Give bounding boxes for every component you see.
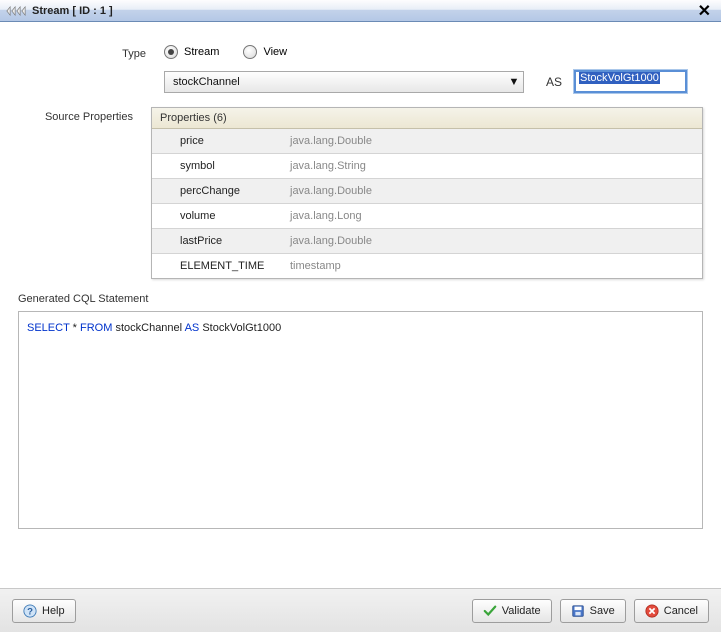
validate-label: Validate xyxy=(502,605,541,617)
property-type: java.lang.Double xyxy=(290,135,372,147)
cql-text: stockChannel xyxy=(115,322,182,334)
type-label: Type xyxy=(18,44,164,60)
property-name: symbol xyxy=(180,160,290,172)
property-type: java.lang.String xyxy=(290,160,366,172)
radio-label-view: View xyxy=(263,46,287,58)
titlebar: Stream [ ID : 1 ] ✕ xyxy=(0,0,721,22)
radio-label-stream: Stream xyxy=(184,46,219,58)
property-row[interactable]: ELEMENT_TIMEtimestamp xyxy=(152,253,702,278)
help-button[interactable]: ? Help xyxy=(12,599,76,623)
cql-keyword: AS xyxy=(185,322,200,334)
source-dropdown-value: stockChannel xyxy=(173,76,240,88)
window-title: Stream [ ID : 1 ] xyxy=(32,5,113,17)
property-type: java.lang.Double xyxy=(290,235,372,247)
type-radio-stream[interactable]: Stream xyxy=(164,45,219,59)
property-name: ELEMENT_TIME xyxy=(180,260,290,272)
property-row[interactable]: pricejava.lang.Double xyxy=(152,129,702,153)
type-radio-group: Stream View xyxy=(164,45,287,59)
save-label: Save xyxy=(590,605,615,617)
validate-button[interactable]: Validate xyxy=(472,599,552,623)
type-radio-view[interactable]: View xyxy=(243,45,287,59)
alias-input-value: StockVolGt1000 xyxy=(579,72,660,84)
cql-keyword: FROM xyxy=(80,322,112,334)
cancel-icon xyxy=(645,604,659,618)
help-label: Help xyxy=(42,605,65,617)
property-row[interactable]: percChangejava.lang.Double xyxy=(152,178,702,203)
cql-keyword: SELECT xyxy=(27,322,70,334)
cql-text: StockVolGt1000 xyxy=(202,322,281,334)
cql-section-title: Generated CQL Statement xyxy=(18,293,703,305)
save-button[interactable]: Save xyxy=(560,599,626,623)
svg-text:?: ? xyxy=(27,606,33,617)
property-row[interactable]: lastPricejava.lang.Double xyxy=(152,228,702,253)
property-name: price xyxy=(180,135,290,147)
radio-icon xyxy=(243,45,257,59)
dialog-content: Type Stream View stockChannel ▼ AS xyxy=(0,22,721,588)
property-name: percChange xyxy=(180,185,290,197)
as-label: AS xyxy=(546,75,562,89)
property-name: lastPrice xyxy=(180,235,290,247)
save-icon xyxy=(571,604,585,618)
stream-icon xyxy=(6,4,26,18)
properties-header: Properties (6) xyxy=(152,108,702,129)
cancel-label: Cancel xyxy=(664,605,698,617)
property-row[interactable]: symboljava.lang.String xyxy=(152,153,702,178)
property-type: timestamp xyxy=(290,260,341,272)
property-name: volume xyxy=(180,210,290,222)
alias-input[interactable]: StockVolGt1000 xyxy=(574,70,687,93)
chevron-down-icon: ▼ xyxy=(505,76,523,88)
cancel-button[interactable]: Cancel xyxy=(634,599,709,623)
property-row[interactable]: volumejava.lang.Long xyxy=(152,203,702,228)
cql-statement-box[interactable]: SELECT * FROM stockChannel AS StockVolGt… xyxy=(18,311,703,529)
cql-text: * xyxy=(73,322,77,334)
properties-table: Properties (6) pricejava.lang.Doublesymb… xyxy=(151,107,703,279)
source-dropdown[interactable]: stockChannel ▼ xyxy=(164,71,524,93)
check-icon xyxy=(483,604,497,618)
radio-icon xyxy=(164,45,178,59)
help-icon: ? xyxy=(23,604,37,618)
footer: ? Help Validate Save Cancel xyxy=(0,588,721,632)
property-type: java.lang.Double xyxy=(290,185,372,197)
property-type: java.lang.Long xyxy=(290,210,362,222)
close-button[interactable]: ✕ xyxy=(694,1,715,21)
source-properties-label: Source Properties xyxy=(18,107,151,123)
